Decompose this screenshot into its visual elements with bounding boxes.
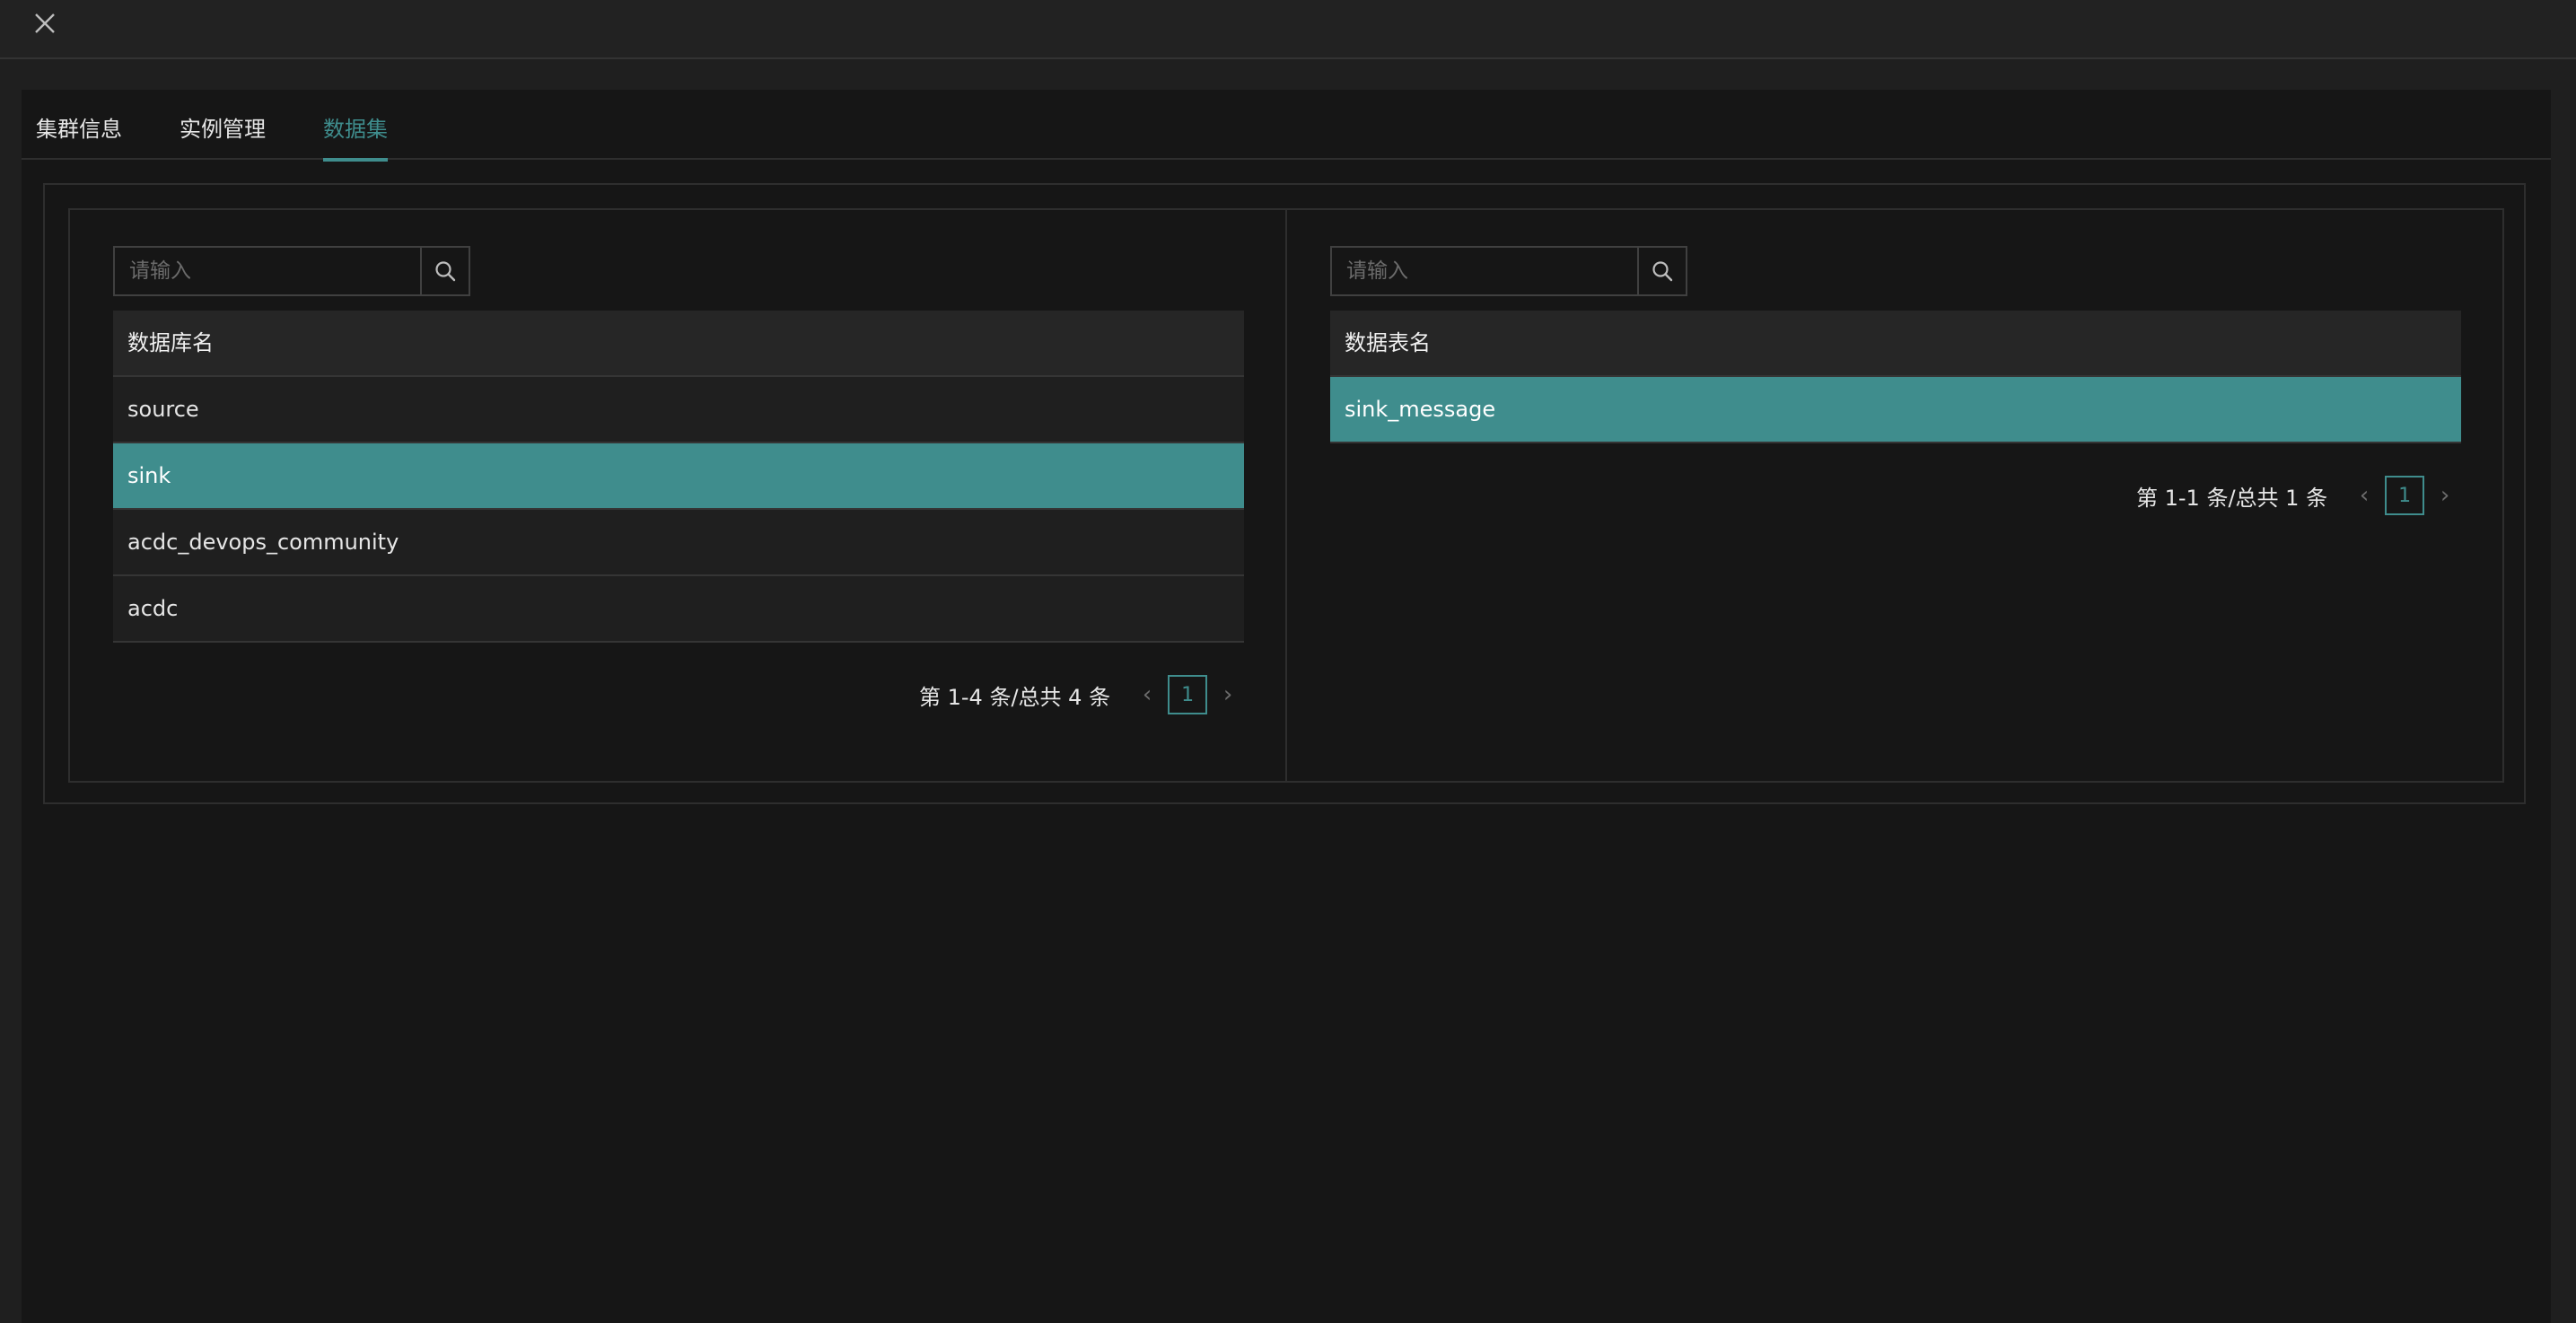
table-panel: 数据表名 sink_message 第 1-1 条/总共 1 条 ‹ 1 › (1287, 210, 2502, 781)
table-row[interactable]: source (113, 377, 1244, 443)
cluster-detail-modal: 集群信息 实例管理 数据集 数据库名 source (22, 90, 2551, 1323)
close-button[interactable] (31, 9, 59, 38)
dataset-panels: 数据库名 source sink acdc_devops_community a… (68, 208, 2504, 783)
database-pagination: 第 1-4 条/总共 4 条 ‹ 1 › (919, 675, 1241, 714)
database-search-button[interactable] (420, 248, 469, 294)
chevron-right-icon[interactable]: › (2431, 476, 2458, 515)
table-search-input[interactable] (1332, 248, 1639, 294)
table-search (1330, 246, 1687, 296)
tab-bar: 集群信息 实例管理 数据集 (22, 90, 2551, 162)
chevron-left-icon[interactable]: ‹ (1134, 675, 1161, 714)
table-row[interactable]: acdc (113, 576, 1244, 643)
data-table-list: 数据表名 sink_message (1330, 311, 2461, 443)
database-column-header: 数据库名 (113, 311, 1244, 377)
search-icon[interactable] (434, 259, 457, 283)
pagination-total: 第 1-1 条/总共 1 条 (2136, 485, 2328, 511)
pagination-page[interactable]: 1 (1168, 675, 1208, 714)
chevron-left-icon[interactable]: ‹ (2351, 476, 2378, 515)
table-search-button[interactable] (1637, 248, 1686, 294)
tab-instance-management[interactable]: 实例管理 (180, 111, 266, 160)
database-table: 数据库名 source sink acdc_devops_community a… (113, 311, 1244, 643)
dataset-container: 数据库名 source sink acdc_devops_community a… (43, 183, 2526, 804)
database-panel: 数据库名 source sink acdc_devops_community a… (70, 210, 1285, 781)
database-search (113, 246, 470, 296)
table-pagination: 第 1-1 条/总共 1 条 ‹ 1 › (2136, 476, 2458, 515)
table-row-selected[interactable]: sink_message (1330, 377, 2461, 443)
database-search-input[interactable] (115, 248, 422, 294)
pagination-page[interactable]: 1 (2385, 476, 2425, 515)
table-row[interactable]: acdc_devops_community (113, 510, 1244, 576)
close-icon[interactable] (31, 9, 59, 38)
chevron-right-icon[interactable]: › (1214, 675, 1241, 714)
pagination-total: 第 1-4 条/总共 4 条 (919, 684, 1111, 710)
table-column-header: 数据表名 (1330, 311, 2461, 377)
tab-datasets[interactable]: 数据集 (323, 111, 388, 162)
search-icon[interactable] (1651, 259, 1674, 283)
table-row-selected[interactable]: sink (113, 443, 1244, 510)
tab-cluster-info[interactable]: 集群信息 (36, 111, 122, 160)
top-bar (0, 0, 2576, 59)
